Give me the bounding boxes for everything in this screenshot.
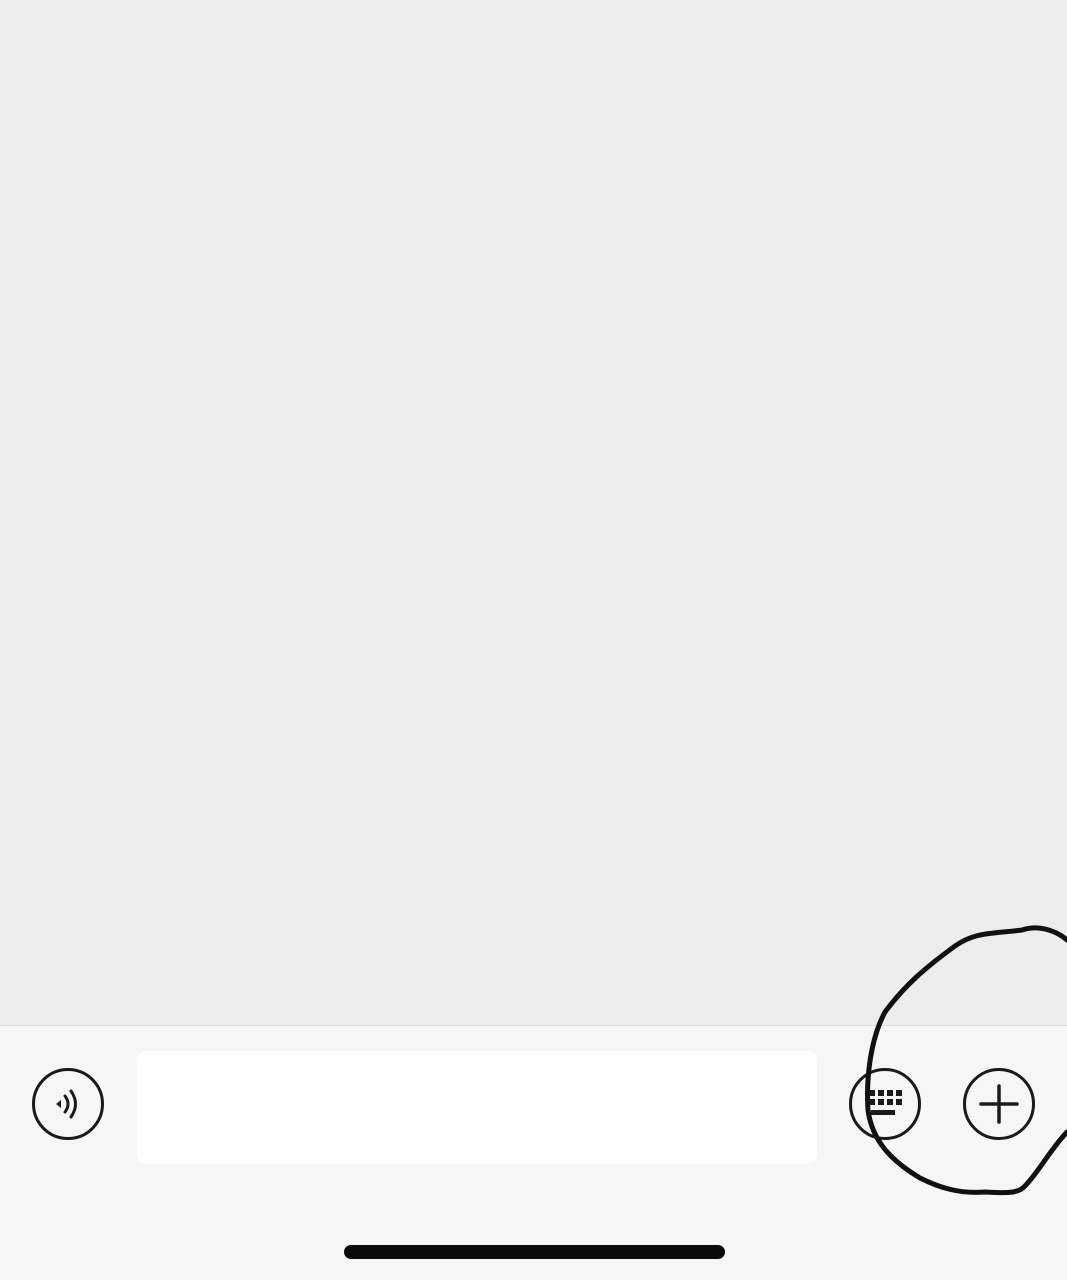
more-options-button[interactable] bbox=[963, 1068, 1035, 1140]
home-indicator bbox=[344, 1245, 725, 1259]
message-input[interactable] bbox=[137, 1051, 817, 1164]
plus-icon bbox=[979, 1084, 1019, 1124]
voice-icon bbox=[56, 1089, 77, 1119]
keyboard-icon bbox=[869, 1090, 902, 1115]
message-list[interactable] bbox=[0, 0, 1067, 1025]
voice-input-button[interactable] bbox=[32, 1068, 104, 1140]
chat-screen bbox=[0, 0, 1067, 1280]
chat-input-bar bbox=[0, 1025, 1067, 1280]
keyboard-toggle-button[interactable] bbox=[849, 1068, 921, 1140]
